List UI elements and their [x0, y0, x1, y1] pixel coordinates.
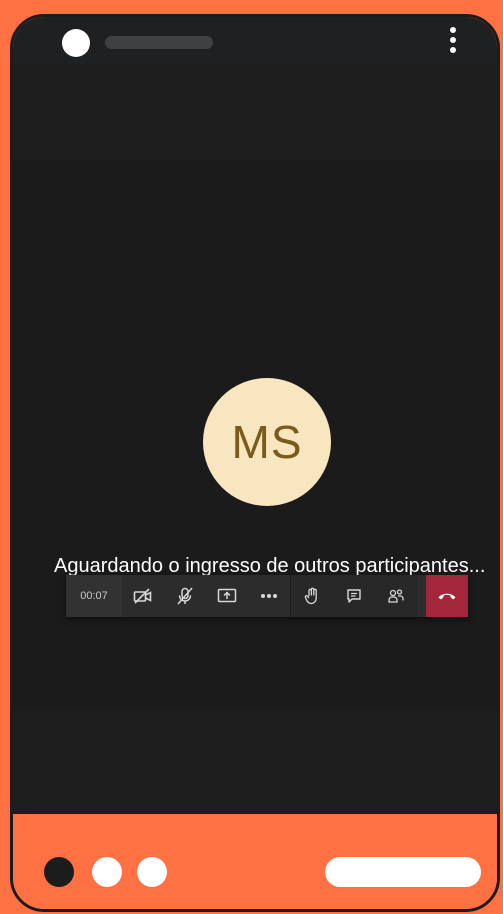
phone-frame: MS Aguardando o ingresso de outros parti…	[10, 14, 500, 912]
status-bar	[13, 17, 497, 65]
raise-hand-button[interactable]	[291, 575, 333, 617]
kebab-menu-icon[interactable]	[449, 27, 457, 57]
more-options-button[interactable]	[248, 575, 290, 617]
hang-up-icon	[438, 593, 456, 600]
avatar-initials: MS	[231, 416, 303, 468]
share-screen-button[interactable]	[206, 575, 248, 617]
raise-hand-icon	[304, 587, 317, 605]
participant-avatar: MS	[203, 378, 331, 506]
call-top-band	[13, 65, 497, 160]
call-timer: 00:07	[66, 575, 122, 617]
call-screen: MS Aguardando o ingresso de outros parti…	[13, 65, 497, 811]
participants-button[interactable]	[375, 575, 417, 617]
nav-pill-button[interactable]	[325, 857, 481, 887]
mic-toggle-button[interactable]	[164, 575, 206, 617]
chat-icon	[347, 589, 361, 603]
more-options-icon	[261, 594, 277, 598]
toolbar-secondary-group	[291, 575, 417, 617]
call-bottom-band	[13, 711, 497, 811]
share-screen-icon	[217, 588, 237, 603]
camera-off-icon	[133, 588, 152, 604]
hang-up-button[interactable]	[426, 575, 468, 617]
mic-off-icon	[177, 587, 193, 605]
nav-dot[interactable]	[137, 857, 167, 887]
nav-dot-active[interactable]	[44, 857, 74, 887]
chat-button[interactable]	[333, 575, 375, 617]
status-pill	[105, 36, 213, 49]
front-camera-dot	[62, 29, 90, 57]
bottom-nav-bar	[13, 811, 497, 909]
camera-toggle-button[interactable]	[122, 575, 164, 617]
nav-dot[interactable]	[92, 857, 122, 887]
participants-icon	[388, 589, 404, 603]
call-toolbar: 00:07	[66, 575, 468, 617]
